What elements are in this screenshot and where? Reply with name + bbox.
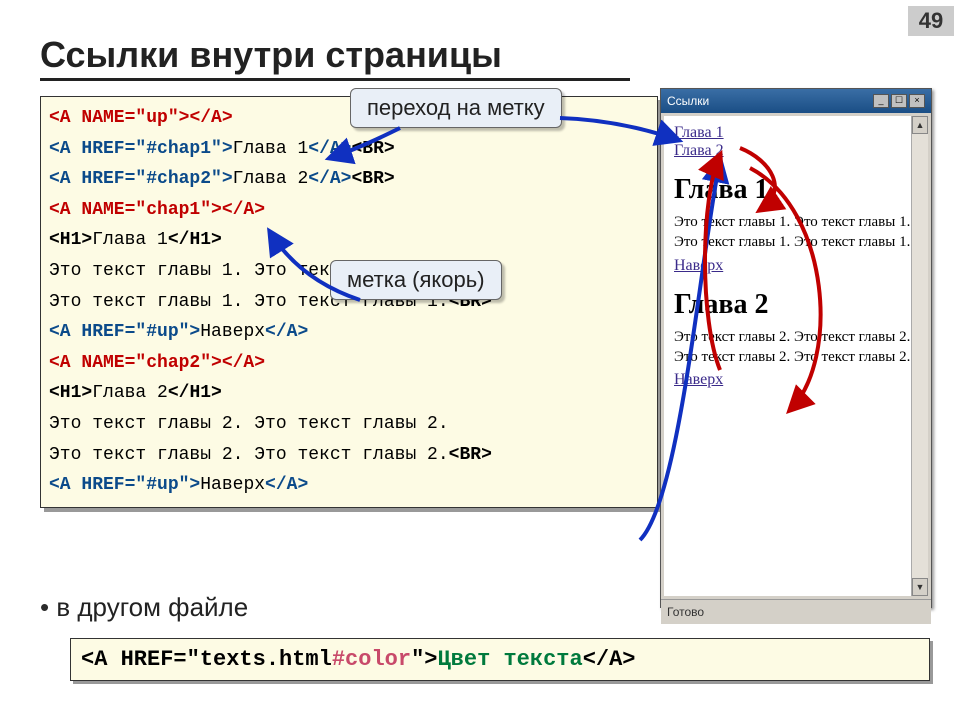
code-tag: <A NAME="chap1">	[49, 200, 222, 220]
code-tag: </H1>	[168, 230, 222, 250]
code-tag: ">	[411, 647, 437, 672]
page-title: Ссылки внутри страницы	[40, 34, 630, 81]
heading-chapter-2: Глава 2	[674, 289, 918, 321]
code-tag: <A HREF="#chap2">	[49, 169, 233, 189]
code-tag: <A HREF="texts.html	[81, 647, 332, 672]
code-tag: <A NAME="up">	[49, 108, 189, 128]
scroll-down-icon[interactable]: ▼	[912, 578, 928, 596]
bullet-other-file: в другом файле	[40, 592, 248, 623]
close-icon[interactable]: ×	[909, 94, 925, 108]
callout-anchor: метка (якорь)	[330, 260, 502, 300]
code-text: Глава 2	[92, 383, 168, 403]
code-tag: <A HREF="#up">	[49, 322, 200, 342]
code-tag: </A>	[189, 108, 232, 128]
code-text: Наверх	[200, 322, 265, 342]
code-tag: <BR>	[449, 445, 492, 465]
code-tag: </A>	[265, 322, 308, 342]
code-tag: </H1>	[168, 383, 222, 403]
link-chapter-2[interactable]: Глава 2	[674, 142, 724, 159]
code-tag: </A>	[308, 169, 351, 189]
code-tag: <H1>	[49, 383, 92, 403]
code-text: Цвет текста	[437, 647, 582, 672]
scroll-up-icon[interactable]: ▲	[912, 116, 928, 134]
code-tag: <BR>	[351, 169, 394, 189]
browser-titlebar: Ссылки _ ☐ ×	[661, 89, 931, 113]
code-block-other-file: <A HREF="texts.html#color">Цвет текста</…	[70, 638, 930, 681]
code-text: Глава 1	[233, 139, 309, 159]
code-tag: <A NAME="chap2">	[49, 353, 222, 373]
link-back-top-2[interactable]: Наверх	[674, 371, 723, 388]
code-tag: </A>	[265, 475, 308, 495]
slide-number: 49	[908, 6, 954, 36]
scrollbar[interactable]: ▲ ▼	[911, 116, 928, 596]
browser-content: ▲ ▼ Глава 1 Глава 2 Глава 1 Это текст гл…	[664, 116, 928, 596]
callout-jump-to-anchor: переход на метку	[350, 88, 562, 128]
code-text: Наверх	[200, 475, 265, 495]
code-hash: #color	[332, 647, 411, 672]
code-tag: <A HREF="#up">	[49, 475, 200, 495]
code-tag: </A>	[222, 200, 265, 220]
code-tag: </A>	[222, 353, 265, 373]
code-tag: </A>	[583, 647, 636, 672]
browser-window: Ссылки _ ☐ × ▲ ▼ Глава 1 Глава 2 Глава 1…	[660, 88, 932, 608]
link-back-top-1[interactable]: Наверх	[674, 257, 723, 274]
paragraph-chapter-2: Это текст главы 2. Это текст главы 2. Эт…	[674, 327, 918, 368]
paragraph-chapter-1: Это текст главы 1. Это текст главы 1. Эт…	[674, 212, 918, 253]
link-chapter-1[interactable]: Глава 1	[674, 124, 724, 141]
code-tag: </A>	[308, 139, 351, 159]
browser-title: Ссылки	[667, 94, 709, 108]
code-text: Глава 2	[233, 169, 309, 189]
code-block-main: <A NAME="up"></A> <A HREF="#chap1">Глава…	[40, 96, 658, 508]
maximize-icon[interactable]: ☐	[891, 94, 907, 108]
browser-statusbar: Готово	[661, 599, 931, 624]
minimize-icon[interactable]: _	[873, 94, 889, 108]
code-text: Это текст главы 2. Это текст главы 2.	[49, 445, 449, 465]
code-tag: <A HREF="#chap1">	[49, 139, 233, 159]
heading-chapter-1: Глава 1	[674, 174, 918, 206]
code-text: Это текст главы 2. Это текст главы 2.	[49, 414, 449, 434]
code-tag: <BR>	[351, 139, 394, 159]
code-tag: <H1>	[49, 230, 92, 250]
code-text: Глава 1	[92, 230, 168, 250]
